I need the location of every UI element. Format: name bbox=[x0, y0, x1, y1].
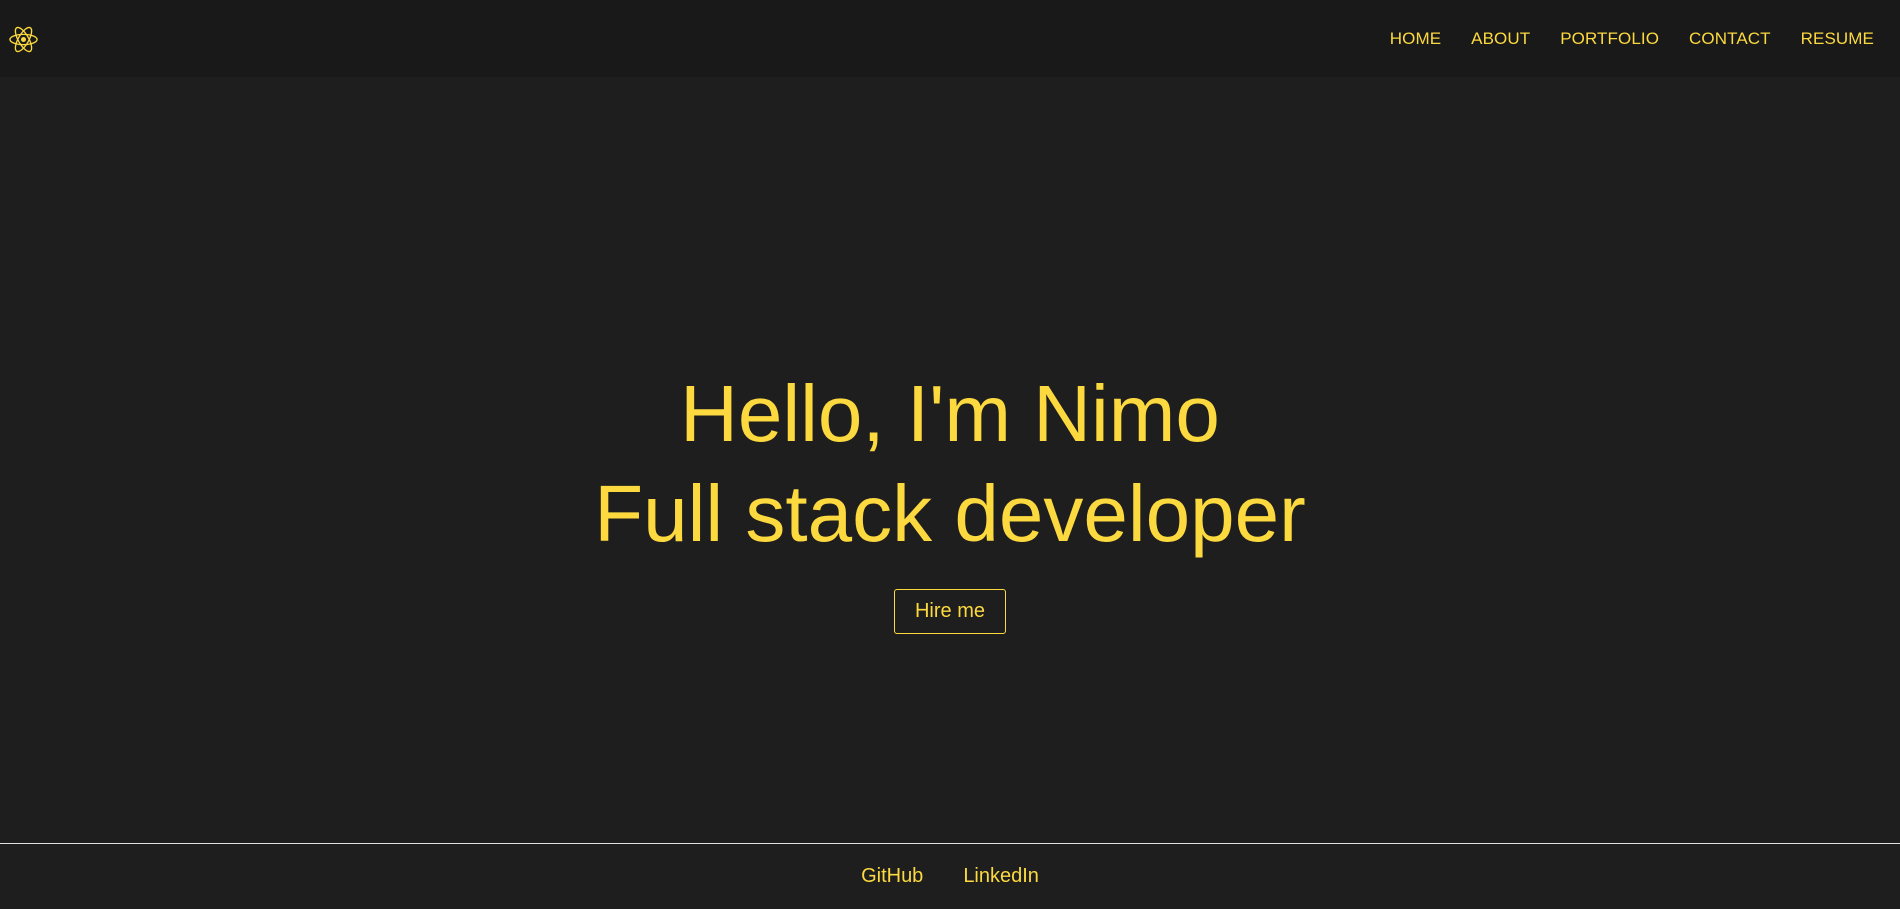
nav-link-about[interactable]: ABOUT bbox=[1471, 29, 1530, 49]
hero-section: Hello, I'm Nimo Full stack developer Hir… bbox=[0, 77, 1900, 843]
hire-me-button[interactable]: Hire me bbox=[894, 589, 1006, 634]
nav-link-contact[interactable]: CONTACT bbox=[1689, 29, 1771, 49]
hero-title: Hello, I'm Nimo Full stack developer bbox=[594, 364, 1305, 564]
nav-link-home[interactable]: HOME bbox=[1390, 29, 1441, 49]
nav-link-resume[interactable]: RESUME bbox=[1801, 29, 1874, 49]
hero-greeting: Hello, I'm Nimo bbox=[680, 369, 1220, 458]
hero-role: Full stack developer bbox=[594, 469, 1306, 558]
footer-link-github[interactable]: GitHub bbox=[861, 865, 923, 888]
page: HOME ABOUT PORTFOLIO CONTACT RESUME Hell… bbox=[0, 0, 1900, 909]
footer: GitHub LinkedIn bbox=[0, 843, 1900, 909]
navbar: HOME ABOUT PORTFOLIO CONTACT RESUME bbox=[0, 0, 1900, 77]
react-atom-icon[interactable] bbox=[8, 24, 39, 55]
footer-link-linkedin[interactable]: LinkedIn bbox=[963, 865, 1039, 888]
nav-links: HOME ABOUT PORTFOLIO CONTACT RESUME bbox=[1360, 29, 1874, 49]
nav-link-portfolio[interactable]: PORTFOLIO bbox=[1560, 29, 1659, 49]
